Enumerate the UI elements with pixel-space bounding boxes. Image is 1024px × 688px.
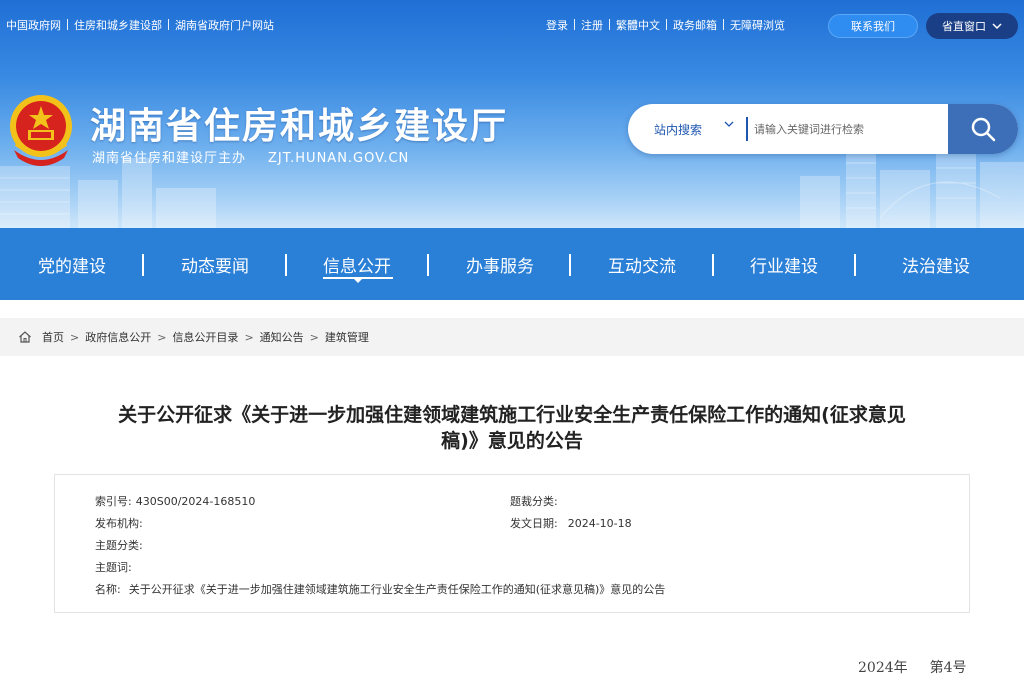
meta-genre: 题裁分类: <box>510 493 562 509</box>
login-link[interactable]: 登录 <box>546 19 568 32</box>
site-sponsor: 湖南省住房和建设厅主办 <box>92 151 247 166</box>
nav-divider <box>854 254 856 276</box>
search-scope-select[interactable]: 站内搜索 <box>654 121 702 138</box>
link-gov-cn[interactable]: 中国政府网 <box>6 19 61 32</box>
breadcrumb-separator: > <box>70 330 80 344</box>
breadcrumb-gov-info[interactable]: 政府信息公开 <box>85 329 151 345</box>
national-emblem-logo <box>10 95 72 166</box>
meta-keyword: 主题词: <box>95 559 136 575</box>
meta-index-value: 430S00/2024-168510 <box>135 495 256 508</box>
link-divider <box>609 19 610 30</box>
nav-item-rule-of-law[interactable]: 法治建设 <box>902 252 970 277</box>
meta-index-label: 索引号: <box>95 495 132 508</box>
nav-divider <box>285 254 287 276</box>
chevron-down-icon[interactable] <box>724 119 734 129</box>
meta-index: 索引号: 430S00/2024-168510 <box>95 493 255 509</box>
meta-date-value: 2024-10-18 <box>567 517 632 530</box>
link-divider <box>67 19 68 30</box>
traditional-chinese-link[interactable]: 繁體中文 <box>616 19 660 32</box>
main-nav: 党的建设 动态要闻 信息公开 办事服务 互动交流 行业建设 法治建设 <box>0 228 1024 300</box>
document-metadata-box: 索引号: 430S00/2024-168510 题裁分类: 发布机构: 发文日期:… <box>54 474 970 613</box>
meta-date: 发文日期: 2024-10-18 <box>510 515 632 531</box>
active-nav-caret <box>353 278 363 283</box>
meta-name-value: 关于公开征求《关于进一步加强住建领域建筑施工行业安全生产责任保险工作的通知(征求… <box>128 583 666 596</box>
breadcrumb-notices[interactable]: 通知公告 <box>260 329 304 345</box>
nav-item-news[interactable]: 动态要闻 <box>181 252 249 277</box>
article-title-line2: 稿)》意见的公告 <box>441 430 583 452</box>
breadcrumb-home[interactable]: 首页 <box>42 329 64 345</box>
meta-name-label: 名称: <box>95 583 121 596</box>
nav-item-interaction[interactable]: 互动交流 <box>608 252 676 277</box>
nav-divider <box>142 254 144 276</box>
search-icon <box>971 117 996 142</box>
link-divider <box>168 19 169 30</box>
search-button[interactable] <box>948 104 1018 154</box>
breadcrumb-separator: > <box>157 330 167 344</box>
nav-item-industry[interactable]: 行业建设 <box>750 252 818 277</box>
gov-mail-link[interactable]: 政务邮箱 <box>673 19 717 32</box>
document-issue: 第4号 <box>929 660 967 676</box>
contact-us-button[interactable]: 联系我们 <box>828 14 918 38</box>
nav-item-party-building[interactable]: 党的建设 <box>38 252 106 277</box>
link-divider <box>666 19 667 30</box>
nav-divider <box>427 254 429 276</box>
nav-item-info-disclosure[interactable]: 信息公开 <box>323 252 391 277</box>
breadcrumb-catalog[interactable]: 信息公开目录 <box>172 329 238 345</box>
document-year: 2024年 <box>858 660 908 676</box>
meta-name: 名称: 关于公开征求《关于进一步加强住建领域建筑施工行业安全生产责任保险工作的通知… <box>95 581 665 597</box>
link-divider <box>723 19 724 30</box>
top-links-left: 中国政府网 住房和城乡建设部 湖南省政府门户网站 <box>6 17 274 33</box>
province-window-button[interactable]: 省直窗口 <box>926 13 1018 39</box>
nav-item-services[interactable]: 办事服务 <box>466 252 534 277</box>
meta-genre-label: 题裁分类: <box>510 495 558 508</box>
meta-topic: 主题分类: <box>95 537 147 553</box>
link-mohurd[interactable]: 住房和城乡建设部 <box>74 19 162 32</box>
site-title: 湖南省住房和城乡建设厅 <box>90 106 509 147</box>
link-divider <box>574 19 575 30</box>
meta-org: 发布机构: <box>95 515 147 531</box>
top-links-right: 登录 注册 繁體中文 政务邮箱 无障碍浏览 <box>546 17 785 33</box>
province-window-label: 省直窗口 <box>942 20 986 33</box>
meta-topic-label: 主题分类: <box>95 539 143 552</box>
article-title: 关于公开征求《关于进一步加强住建领域建筑施工行业安全生产责任保险工作的通知(征求… <box>40 402 984 454</box>
meta-org-label: 发布机构: <box>95 517 143 530</box>
site-domain: ZJT.HUNAN.GOV.CN <box>268 151 410 166</box>
header-banner: 中国政府网 住房和城乡建设部 湖南省政府门户网站 登录 注册 繁體中文 政务邮箱 无障碍浏览… <box>0 0 1024 228</box>
search-box: 站内搜索 <box>628 104 1018 154</box>
link-hunan-gov[interactable]: 湖南省政府门户网站 <box>175 19 274 32</box>
document-number: 2024年 第4号 <box>858 657 967 677</box>
home-icon[interactable] <box>18 330 32 344</box>
meta-keyword-label: 主题词: <box>95 561 132 574</box>
accessibility-link[interactable]: 无障碍浏览 <box>730 19 785 32</box>
site-subtitle: 湖南省住房和建设厅主办 ZJT.HUNAN.GOV.CN <box>92 147 409 166</box>
nav-divider <box>712 254 714 276</box>
search-divider <box>746 117 748 141</box>
chevron-down-icon <box>992 22 1002 29</box>
article-title-line1: 关于公开征求《关于进一步加强住建领域建筑施工行业安全生产责任保险工作的通知(征求… <box>118 404 906 426</box>
breadcrumb-separator: > <box>309 330 319 344</box>
top-bar: 中国政府网 住房和城乡建设部 湖南省政府门户网站 登录 注册 繁體中文 政务邮箱 无障碍浏览… <box>0 0 1024 48</box>
meta-date-label: 发文日期: <box>510 517 558 530</box>
breadcrumb-construction[interactable]: 建筑管理 <box>325 329 369 345</box>
nav-divider <box>569 254 571 276</box>
breadcrumb-separator: > <box>244 330 254 344</box>
search-input[interactable] <box>754 116 944 142</box>
register-link[interactable]: 注册 <box>581 19 603 32</box>
breadcrumb: 首页 > 政府信息公开 > 信息公开目录 > 通知公告 > 建筑管理 <box>0 318 1024 356</box>
